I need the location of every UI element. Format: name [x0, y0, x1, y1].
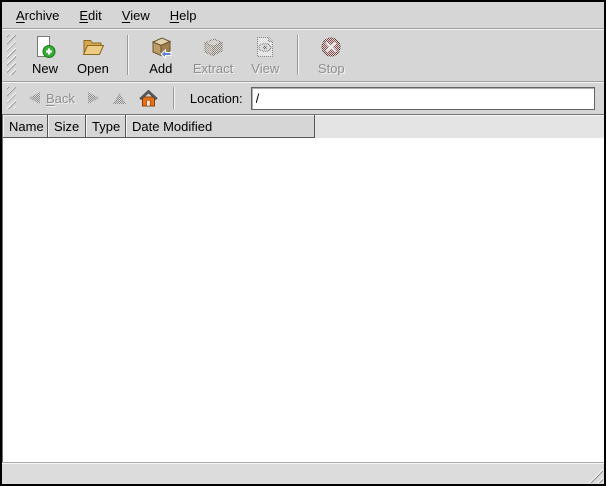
back-button-label: Back [46, 91, 75, 106]
menu-archive-label: A [16, 8, 25, 23]
menu-archive-label-rest: rchive [25, 8, 60, 23]
home-button[interactable] [133, 85, 164, 111]
menu-archive[interactable]: Archive [8, 5, 67, 26]
location-bar-drag-handle[interactable] [7, 87, 16, 109]
location-input[interactable] [251, 87, 595, 110]
menu-edit-label: E [79, 8, 88, 23]
back-button[interactable]: Back [22, 87, 81, 110]
file-list-empty-area[interactable] [3, 138, 604, 463]
menu-help-label-rest: elp [179, 8, 196, 23]
add-button[interactable]: Add [138, 31, 184, 80]
view-button-label: View [251, 61, 279, 76]
extract-icon [201, 35, 225, 59]
open-button[interactable]: Open [68, 31, 118, 80]
extract-button-label: Extract [193, 61, 233, 76]
stop-icon [319, 35, 343, 59]
view-file-icon [253, 35, 277, 59]
column-header-name[interactable]: Name [3, 115, 48, 138]
toolbar: New Open Add [2, 28, 604, 81]
up-button[interactable] [106, 88, 133, 109]
column-header-row: Name Size Type Date Modified [3, 115, 604, 138]
view-button[interactable]: View [242, 31, 288, 80]
add-files-icon [149, 35, 173, 59]
location-bar: Back Location: [2, 81, 604, 114]
forward-arrow-icon [87, 91, 100, 105]
add-button-label: Add [149, 61, 172, 76]
column-header-date-modified[interactable]: Date Modified [126, 115, 315, 138]
open-button-label: Open [77, 61, 109, 76]
menubar: Archive Edit View Help [2, 2, 604, 28]
new-button[interactable]: New [22, 31, 68, 80]
menu-view[interactable]: View [114, 5, 158, 26]
column-header-size[interactable]: Size [48, 115, 86, 138]
menu-edit[interactable]: Edit [71, 5, 109, 26]
column-header-type[interactable]: Type [86, 115, 126, 138]
menu-help[interactable]: Help [162, 5, 205, 26]
resize-grip[interactable] [586, 466, 603, 483]
up-arrow-icon [112, 92, 127, 105]
menu-view-label: V [122, 8, 130, 23]
archive-manager-window: Archive Edit View Help New [0, 0, 606, 486]
stop-button-label: Stop [318, 61, 345, 76]
menu-edit-label-rest: dit [88, 8, 102, 23]
new-button-label: New [32, 61, 58, 76]
toolbar-separator [127, 35, 129, 75]
toolbar-drag-handle[interactable] [7, 35, 16, 75]
toolbar-separator [297, 35, 299, 75]
location-bar-separator [173, 87, 175, 109]
file-list-view: Name Size Type Date Modified [2, 114, 604, 463]
menu-view-label-rest: iew [130, 8, 150, 23]
column-header-filler [315, 115, 604, 138]
menu-help-label: H [170, 8, 179, 23]
home-icon [139, 89, 158, 107]
location-label: Location: [190, 91, 243, 106]
back-arrow-icon [28, 91, 41, 105]
stop-button[interactable]: Stop [308, 31, 354, 80]
forward-button[interactable] [81, 87, 106, 109]
new-archive-icon [33, 35, 57, 59]
statusbar [2, 463, 604, 484]
extract-button[interactable]: Extract [184, 31, 242, 80]
open-archive-icon [81, 35, 105, 59]
